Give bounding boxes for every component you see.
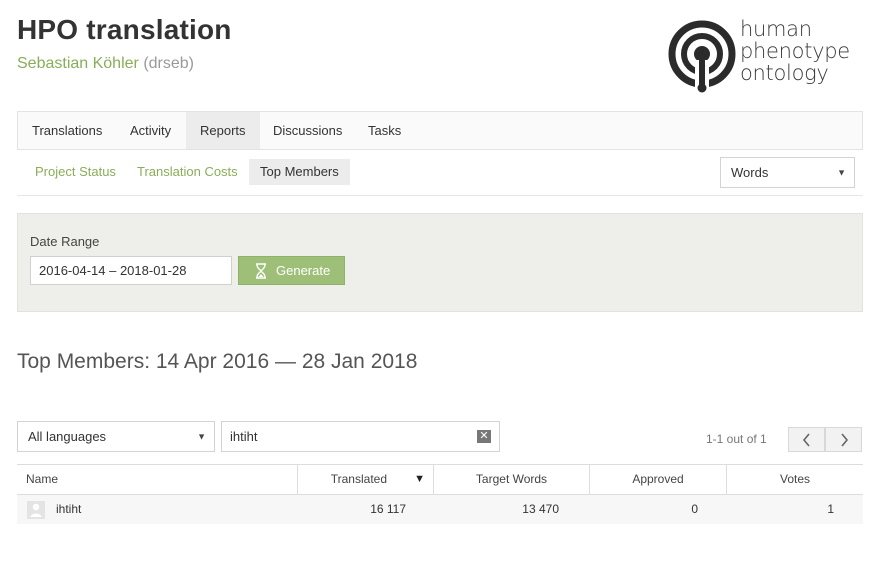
table-header: Name Translated ▼ Target Words Approved …	[17, 464, 863, 495]
tab-activity[interactable]: Activity	[116, 112, 185, 149]
member-name: ihtiht	[56, 502, 82, 516]
search-input-value: ihtiht	[230, 429, 258, 444]
user-silhouette-icon	[30, 503, 42, 517]
language-select-value: All languages	[28, 429, 107, 444]
column-header-translated[interactable]: Translated ▼	[297, 465, 433, 494]
logo-wordmark: human phenotype ontology	[740, 17, 850, 85]
tab-reports[interactable]: Reports	[186, 112, 260, 149]
owner-login: (drseb)	[143, 55, 194, 72]
member-search-input[interactable]: ihtiht ✕	[221, 421, 500, 452]
member-translated: 16 117	[370, 502, 406, 516]
column-header-translated-label: Translated	[330, 472, 387, 486]
date-range-input[interactable]: 2016-04-14 – 2018-01-28	[30, 256, 232, 285]
unit-select[interactable]: Words ▼	[720, 157, 855, 188]
table-row: ihtiht 16 117 13 470 0 1	[17, 495, 863, 524]
chevron-left-icon	[802, 433, 810, 447]
column-header-votes[interactable]: Votes	[726, 465, 863, 494]
broadcast-logo-icon	[668, 20, 736, 94]
column-header-name[interactable]: Name	[26, 465, 296, 494]
member-approved: 0	[691, 502, 698, 516]
generate-button[interactable]: Generate	[238, 256, 345, 285]
date-range-label: Date Range	[30, 234, 100, 249]
subtab-translation-costs[interactable]: Translation Costs	[126, 159, 249, 185]
chevron-right-icon	[841, 433, 849, 447]
sort-desc-icon: ▼	[414, 473, 425, 485]
member-votes: 1	[827, 502, 834, 516]
column-header-approved[interactable]: Approved	[589, 465, 726, 494]
chevron-down-icon: ▼	[837, 167, 846, 177]
date-filter-panel: Date Range 2016-04-14 – 2018-01-28 Gener…	[17, 213, 863, 312]
pagination-summary: 1-1 out of 1	[706, 432, 767, 446]
owner-name-link[interactable]: Sebastian Köhler	[17, 55, 139, 72]
generate-button-label: Generate	[276, 263, 331, 278]
clear-search-icon[interactable]: ✕	[477, 430, 491, 443]
hpo-logo: human phenotype ontology	[668, 18, 868, 94]
column-header-target-words[interactable]: Target Words	[433, 465, 589, 494]
main-tabs: Translations Activity Reports Discussion…	[17, 111, 863, 150]
project-owner: Sebastian Köhler (drseb)	[17, 55, 194, 73]
chevron-down-icon: ▼	[197, 431, 206, 441]
tab-translations[interactable]: Translations	[18, 112, 116, 149]
report-subtabs: Project Status Translation Costs Top Mem…	[17, 150, 863, 196]
subtab-project-status[interactable]: Project Status	[24, 159, 127, 185]
member-target-words: 13 470	[522, 502, 559, 516]
tab-discussions[interactable]: Discussions	[259, 112, 356, 149]
language-select[interactable]: All languages ▼	[17, 421, 215, 452]
next-page-button[interactable]	[825, 427, 862, 452]
project-title: HPO translation	[17, 14, 232, 45]
top-members-table: Name Translated ▼ Target Words Approved …	[17, 464, 863, 524]
previous-page-button[interactable]	[788, 427, 825, 452]
unit-select-value: Words	[731, 165, 769, 180]
subtab-top-members[interactable]: Top Members	[249, 159, 350, 185]
hourglass-icon	[256, 263, 266, 279]
tab-tasks[interactable]: Tasks	[354, 112, 415, 149]
report-heading: Top Members: 14 Apr 2016 — 28 Jan 2018	[17, 350, 418, 373]
avatar	[27, 501, 45, 519]
